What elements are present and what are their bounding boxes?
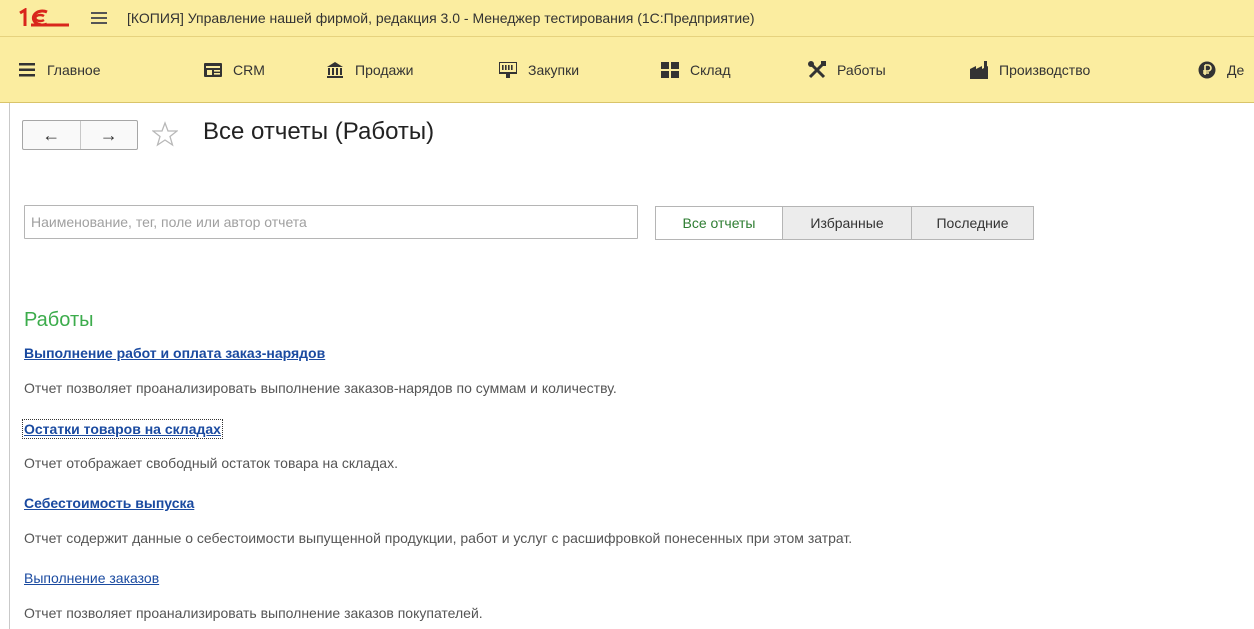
section-label: Производство [999,62,1091,78]
window-title: [КОПИЯ] Управление нашей фирмой, редакци… [127,10,755,26]
tab-favorites[interactable]: Избранные [783,206,912,240]
section-glavnoe[interactable]: Главное [17,37,101,102]
barcode-scanner-icon [498,60,518,80]
tools-icon [807,60,827,80]
title-bar: [КОПИЯ] Управление нашей фирмой, редакци… [0,0,1254,37]
back-button[interactable]: ← [23,121,80,149]
section-dengi[interactable]: Де [1197,37,1245,102]
section-zakupki[interactable]: Закупки [498,37,580,102]
report-description: Отчет отображает свободный остаток товар… [24,455,398,471]
report-filter-tabs: Все отчеты Избранные Последние [655,206,1034,240]
section-prodazhi[interactable]: Продажи [325,37,414,102]
section-label: CRM [233,62,265,78]
section-label: Закупки [528,62,580,78]
section-label: Склад [690,62,731,78]
favorite-star-icon[interactable] [151,121,179,147]
report-group-title: Работы [24,309,94,331]
panel-divider [9,103,10,629]
forward-button[interactable]: → [79,121,138,149]
report-link[interactable]: Выполнение работ и оплата заказ-нарядов [24,345,325,361]
section-raboty[interactable]: Работы [807,37,886,102]
report-link[interactable]: Остатки товаров на складах [22,419,223,439]
main-menu-icon[interactable] [91,12,107,24]
menu-lines-icon [17,60,37,80]
section-label: Продажи [355,62,414,78]
tab-all-reports[interactable]: Все отчеты [655,206,783,240]
crm-card-icon [203,60,223,80]
section-label: Главное [47,62,101,78]
report-description: Отчет позволяет проанализировать выполне… [24,605,483,621]
ruble-circle-icon [1197,60,1217,80]
section-proizvodstvo[interactable]: Производство [969,37,1091,102]
report-description: Отчет позволяет проанализировать выполне… [24,380,617,396]
section-panel: Главное CRM Продажи Закупки Склад Работы [0,37,1254,103]
section-label: Де [1227,62,1245,78]
factory-icon [969,60,989,80]
page-title: Все отчеты (Работы) [203,118,435,145]
tab-recent[interactable]: Последние [912,206,1034,240]
search-input[interactable] [24,205,638,239]
report-link[interactable]: Себестоимость выпуска [24,495,194,511]
section-crm[interactable]: CRM [203,37,265,102]
warehouse-grid-icon [660,60,680,80]
1c-logo-icon[interactable] [17,8,73,28]
bank-building-icon [325,60,345,80]
report-description: Отчет содержит данные о себестоимости вы… [24,530,853,546]
section-sklad[interactable]: Склад [660,37,731,102]
nav-buttons: ← → [22,120,138,150]
section-label: Работы [837,62,886,78]
report-link[interactable]: Выполнение заказов [24,570,159,586]
